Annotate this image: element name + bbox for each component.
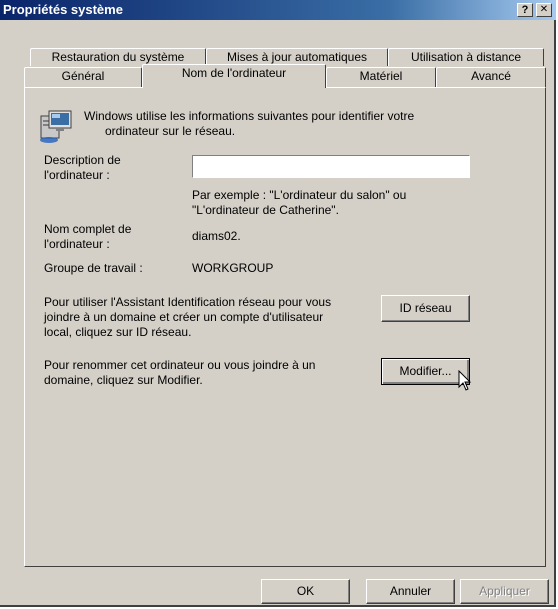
tab-label: Matériel (359, 69, 403, 83)
example-line-2: "L'ordinateur de Catherine". (192, 203, 339, 217)
tab-label: Mises à jour automatiques (226, 50, 368, 64)
description-label-2: l'ordinateur : (44, 168, 110, 182)
network-id-text-3: local, cliquez sur ID réseau. (44, 325, 192, 339)
modify-button[interactable]: Modifier... (381, 358, 470, 385)
tab-remote[interactable]: Utilisation à distance (388, 48, 544, 66)
example-line-1: Par exemple : "L'ordinateur du salon" ou (192, 188, 407, 202)
network-id-text-2: joindre à un domaine et créer un compte … (44, 310, 324, 324)
workgroup-value: WORKGROUP (192, 261, 274, 275)
rename-text-1: Pour renommer cet ordinateur ou vous joi… (44, 358, 316, 372)
computer-network-icon (39, 108, 75, 147)
fullname-label-1: Nom complet de (44, 222, 132, 236)
intro-line-1: Windows utilise les informations suivant… (84, 109, 415, 123)
help-icon: ? (521, 4, 529, 16)
tab-computer-name[interactable]: Nom de l'ordinateur (142, 64, 326, 88)
fullname-label-2: l'ordinateur : (44, 237, 110, 251)
help-button[interactable]: ? (517, 3, 533, 17)
close-button[interactable]: ✕ (536, 3, 552, 17)
cancel-button[interactable]: Annuler (366, 579, 455, 604)
title-bar[interactable]: Propriétés système ? ✕ (0, 0, 556, 20)
description-input[interactable] (192, 155, 470, 178)
tab-label: Utilisation à distance (410, 50, 522, 64)
tab-label: Restauration du système (51, 50, 185, 64)
tab-label: Avancé (471, 69, 511, 83)
network-id-button[interactable]: ID réseau (381, 295, 470, 322)
ok-button[interactable]: OK (261, 579, 350, 604)
intro-line-2: ordinateur sur le réseau. (105, 124, 236, 138)
network-id-text-1: Pour utiliser l'Assistant Identification… (44, 295, 332, 309)
mouse-pointer-icon (458, 369, 472, 395)
tab-general[interactable]: Général (24, 67, 142, 87)
window-title: Propriétés système (3, 2, 123, 17)
description-label-1: Description de (44, 153, 121, 167)
tab-hardware[interactable]: Matériel (326, 67, 436, 87)
computer-name-panel: Windows utilise les informations suivant… (24, 87, 546, 567)
tab-advanced[interactable]: Avancé (436, 67, 546, 87)
tab-label: Général (61, 69, 105, 83)
apply-button[interactable]: Appliquer (460, 579, 549, 604)
close-icon: ✕ (539, 4, 549, 15)
tab-label: Nom de l'ordinateur (181, 66, 287, 80)
workgroup-label: Groupe de travail : (44, 261, 143, 275)
fullname-value: diams02. (192, 229, 241, 243)
rename-text-2: domaine, cliquez sur Modifier. (44, 373, 203, 387)
system-properties-window: Propriétés système ? ✕ Restauration du s… (0, 0, 556, 607)
